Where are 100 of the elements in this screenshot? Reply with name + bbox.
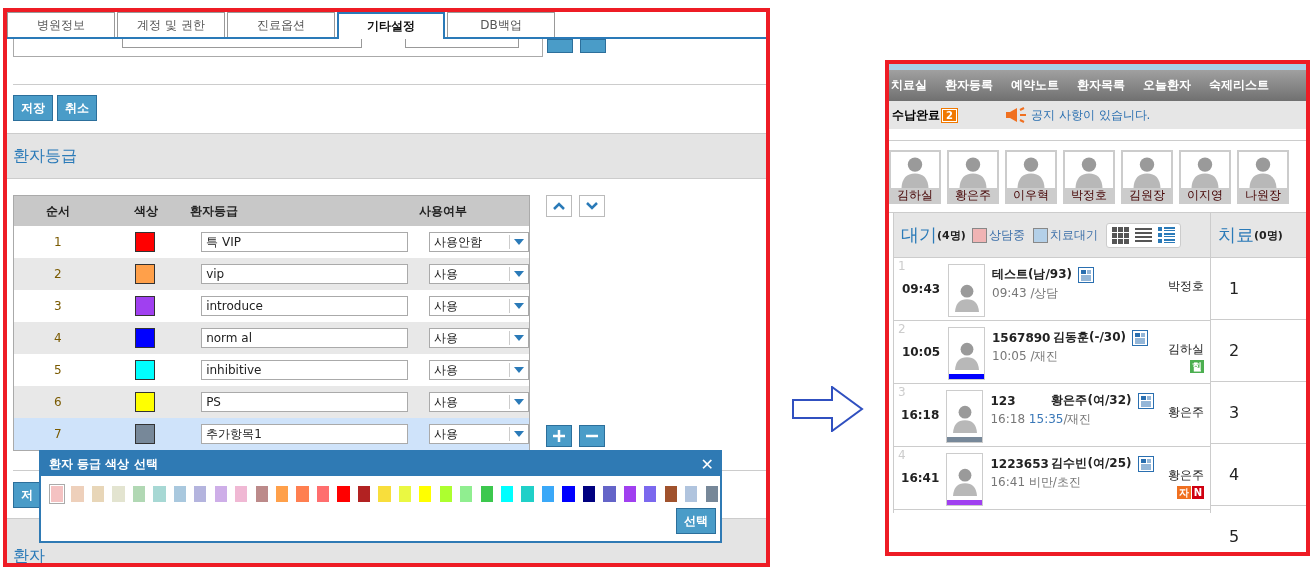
color-swatch[interactable] <box>478 484 495 504</box>
treatment-count: (0명) <box>1254 227 1283 243</box>
table-row[interactable]: 7 추가항목1 사용 <box>14 418 529 450</box>
staff-card[interactable]: 나원장 <box>1237 150 1289 204</box>
color-swatch[interactable] <box>135 232 156 252</box>
color-swatch[interactable] <box>135 392 156 412</box>
color-swatch[interactable] <box>498 484 516 504</box>
memo-icon[interactable] <box>1137 392 1154 409</box>
add-button[interactable] <box>546 425 572 447</box>
grade-input[interactable]: introduce <box>201 296 409 316</box>
usage-select[interactable]: 사용 <box>429 392 529 412</box>
chart-number: 123 <box>990 393 1017 408</box>
color-swatch[interactable] <box>233 484 250 504</box>
nav-item[interactable]: 환자등록 <box>945 77 993 94</box>
nav-item[interactable]: 환자목록 <box>1077 77 1125 94</box>
staff-card[interactable]: 이지영 <box>1179 150 1231 204</box>
tag-badge: 자 <box>1176 486 1191 499</box>
color-swatch[interactable] <box>314 484 332 504</box>
memo-icon[interactable] <box>1132 329 1149 346</box>
tab[interactable]: 진료옵션 <box>227 12 335 37</box>
color-swatch[interactable] <box>135 424 156 444</box>
staff-card[interactable]: 김원장 <box>1121 150 1173 204</box>
color-swatch[interactable] <box>417 484 434 504</box>
color-swatch[interactable] <box>703 484 720 504</box>
grade-input[interactable]: inhibitive <box>201 360 409 380</box>
usage-select[interactable]: 사용 <box>429 328 529 348</box>
doctor-name: 박정호 <box>1168 278 1204 295</box>
grade-input[interactable]: 특 VIP <box>201 232 409 252</box>
order-number: 1 <box>53 235 62 249</box>
usage-select[interactable]: 사용 <box>429 424 529 444</box>
staff-card[interactable]: 박정호 <box>1063 150 1115 204</box>
color-swatch[interactable] <box>253 484 270 504</box>
color-swatch[interactable] <box>662 484 679 504</box>
color-swatch[interactable] <box>192 484 209 504</box>
color-swatch[interactable] <box>135 296 156 316</box>
usage-select[interactable]: 사용안함 <box>429 232 529 252</box>
move-down-button[interactable] <box>579 195 605 217</box>
color-swatch[interactable] <box>69 484 86 504</box>
list-view-icon[interactable] <box>1134 226 1152 244</box>
tab[interactable]: 병원정보 <box>7 12 115 37</box>
grade-input[interactable]: PS <box>201 392 409 412</box>
color-swatch[interactable] <box>274 484 291 504</box>
usage-select[interactable]: 사용 <box>429 360 529 380</box>
remove-button[interactable] <box>579 425 605 447</box>
color-swatch[interactable] <box>294 484 311 504</box>
color-swatch[interactable] <box>519 484 536 504</box>
color-swatch[interactable] <box>376 484 393 504</box>
usage-select[interactable]: 사용 <box>429 264 529 284</box>
move-up-button[interactable] <box>546 195 572 217</box>
color-swatch[interactable] <box>110 484 127 504</box>
staff-name: 이지영 <box>1187 188 1223 202</box>
color-swatch[interactable] <box>560 484 577 504</box>
patient-name[interactable]: 테스트(남/93) <box>992 266 1073 283</box>
color-swatch[interactable] <box>49 484 66 504</box>
table-row[interactable]: 6 PS 사용 <box>14 386 529 418</box>
notice-message[interactable]: 공지 사항이 있습니다. <box>1030 106 1151 124</box>
order-number: 4 <box>53 331 62 345</box>
detail-list-icon[interactable] <box>1157 226 1175 244</box>
color-swatch[interactable] <box>642 484 659 504</box>
nav-item[interactable]: 숙제리스트 <box>1209 77 1269 94</box>
color-swatch[interactable] <box>135 264 156 284</box>
grid-view-icon[interactable] <box>1111 226 1129 244</box>
color-swatch[interactable] <box>135 328 156 348</box>
grade-input[interactable]: 추가항목1 <box>201 424 409 444</box>
patient-name[interactable]: 황은주(여/32) <box>1051 392 1132 409</box>
color-swatch[interactable] <box>396 484 413 504</box>
payment-label[interactable]: 수납완료 <box>892 106 940 124</box>
patient-name[interactable]: 김동훈(-/30) <box>1053 329 1127 346</box>
color-swatch[interactable] <box>335 484 352 504</box>
tab[interactable]: DB백업 <box>447 12 555 37</box>
count-badge: 2 <box>942 108 957 122</box>
color-swatch[interactable] <box>151 484 168 504</box>
tab[interactable]: 계정 및 권한 <box>117 12 225 37</box>
tab[interactable]: 기타설정 <box>337 12 445 39</box>
table-row[interactable]: 4 norm al 사용 <box>14 322 529 354</box>
color-swatch[interactable] <box>539 484 557 504</box>
color-swatch[interactable] <box>437 484 454 504</box>
grade-input[interactable]: norm al <box>201 328 409 348</box>
color-swatch[interactable] <box>621 484 638 504</box>
nav-item[interactable]: 오늘환자 <box>1143 77 1191 94</box>
color-swatch[interactable] <box>171 484 188 504</box>
grade-input[interactable]: vip <box>201 264 409 284</box>
staff-card[interactable]: 이우혁 <box>1005 150 1057 204</box>
usage-select[interactable]: 사용 <box>429 296 529 316</box>
close-button[interactable]: ✕ <box>700 454 714 474</box>
table-row[interactable]: 2 vip 사용 <box>14 258 529 290</box>
color-swatch[interactable] <box>135 360 156 380</box>
color-swatch[interactable] <box>212 484 229 504</box>
patient-name[interactable]: 김수빈(여/25) <box>1051 455 1132 472</box>
color-swatch[interactable] <box>130 484 148 504</box>
memo-icon[interactable] <box>1137 455 1154 472</box>
memo-icon[interactable] <box>1078 266 1095 283</box>
color-swatch[interactable] <box>580 484 598 504</box>
color-swatch[interactable] <box>601 484 618 504</box>
color-swatch[interactable] <box>355 484 373 504</box>
color-swatch[interactable] <box>683 484 700 504</box>
color-swatch[interactable] <box>458 484 475 504</box>
staff-card[interactable]: 황은주 <box>947 150 999 204</box>
staff-card[interactable]: 김하실 <box>889 150 941 204</box>
color-swatch[interactable] <box>89 484 107 504</box>
